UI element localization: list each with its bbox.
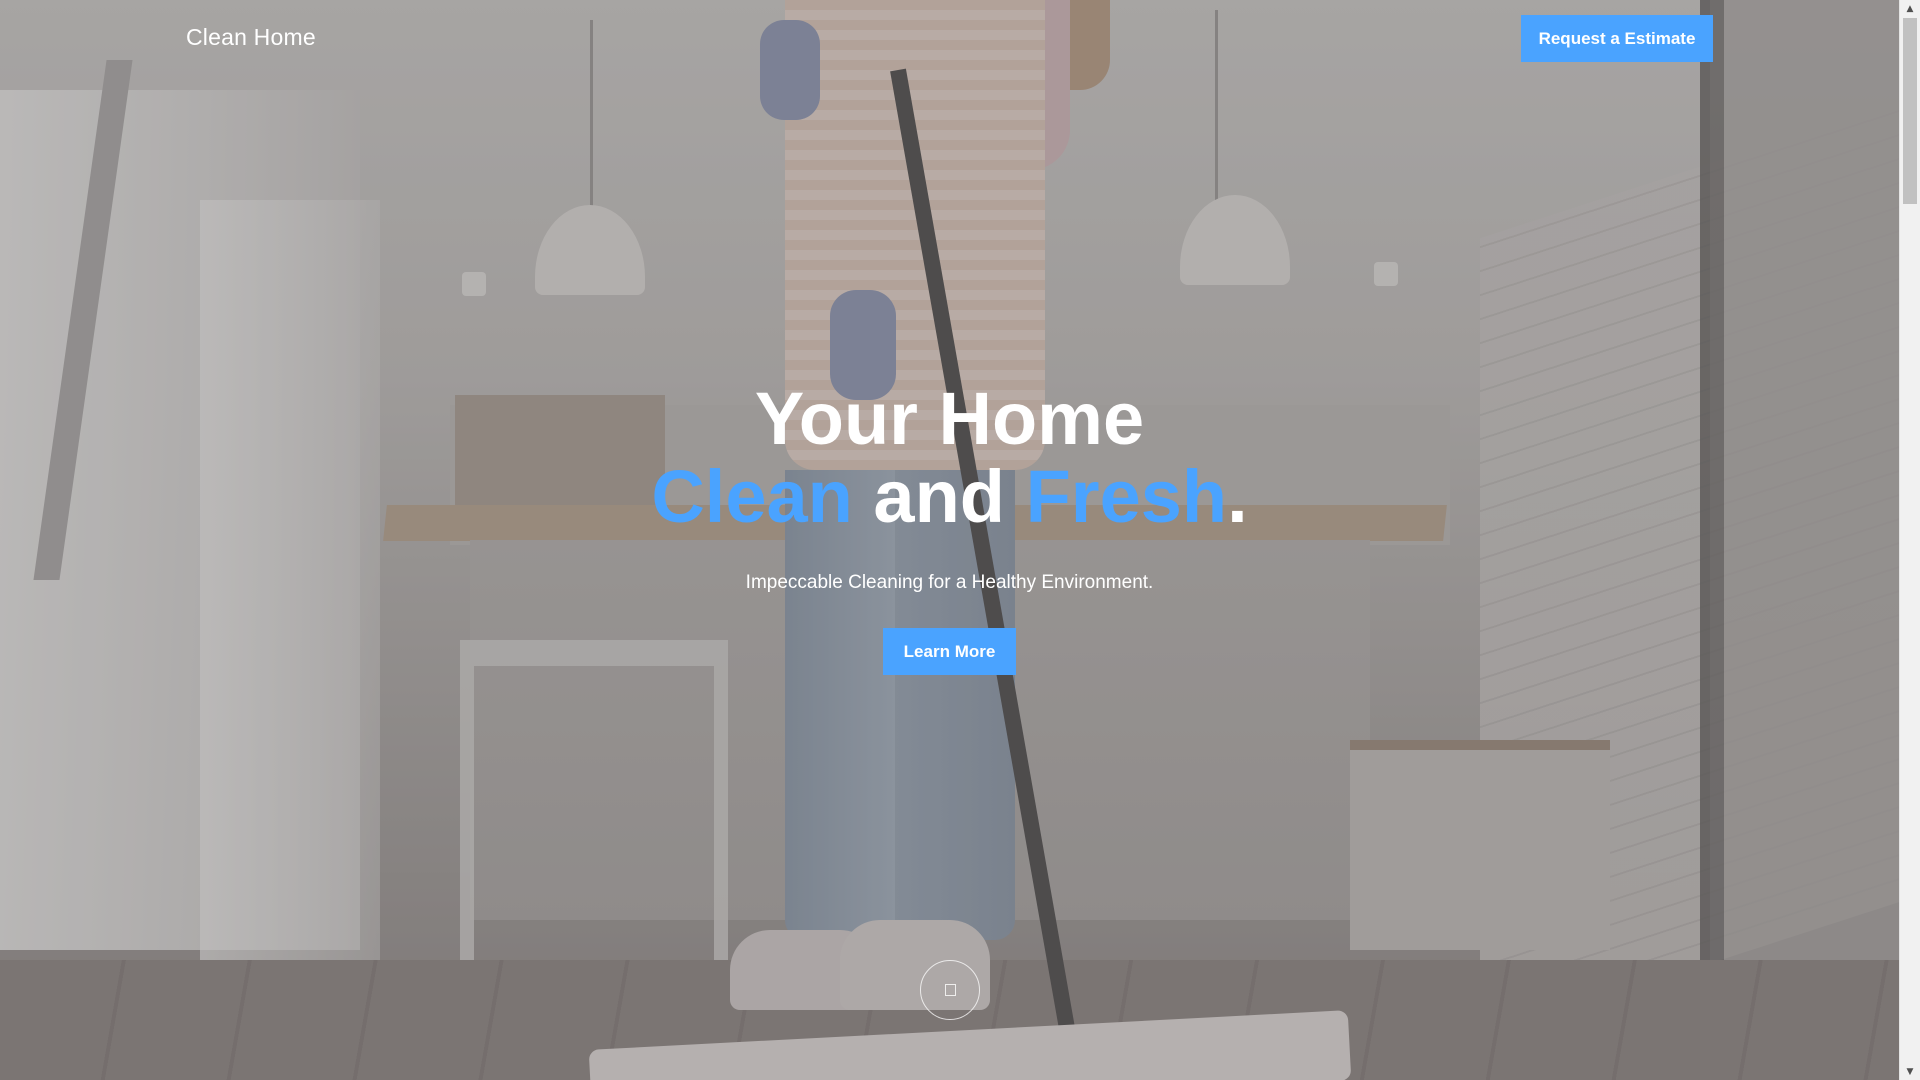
hero-title-accent-fresh: Fresh xyxy=(1025,455,1228,538)
hero-title-line-1: Your Home xyxy=(754,377,1145,460)
site-header: Clean Home Request a Estimate xyxy=(0,0,1899,80)
hero-title-accent-clean: Clean xyxy=(651,455,853,538)
scroll-down-indicator[interactable] xyxy=(920,960,980,1020)
hero-title-line-2: Clean and Fresh. xyxy=(0,458,1899,536)
hero-title-and: and xyxy=(852,455,1026,538)
hero-section: Your Home Clean and Fresh. Impeccable Cl… xyxy=(0,380,1899,675)
square-glyph-icon xyxy=(944,984,956,996)
scroll-up-arrow-icon[interactable]: ▲ xyxy=(1900,0,1920,17)
hero-title: Your Home Clean and Fresh. xyxy=(0,380,1899,536)
request-estimate-button[interactable]: Request a Estimate xyxy=(1521,15,1713,62)
page: Clean Home Request a Estimate Your Home … xyxy=(0,0,1920,1080)
vertical-scrollbar[interactable]: ▲ ▼ xyxy=(1899,0,1920,1080)
scrollbar-thumb[interactable] xyxy=(1903,18,1917,204)
brand-logo-link[interactable]: Clean Home xyxy=(186,24,316,51)
hero-title-period: . xyxy=(1227,455,1248,538)
learn-more-button[interactable]: Learn More xyxy=(883,628,1016,675)
hero-subtitle: Impeccable Cleaning for a Healthy Enviro… xyxy=(745,572,1154,593)
scroll-down-arrow-icon[interactable]: ▼ xyxy=(1900,1063,1920,1080)
